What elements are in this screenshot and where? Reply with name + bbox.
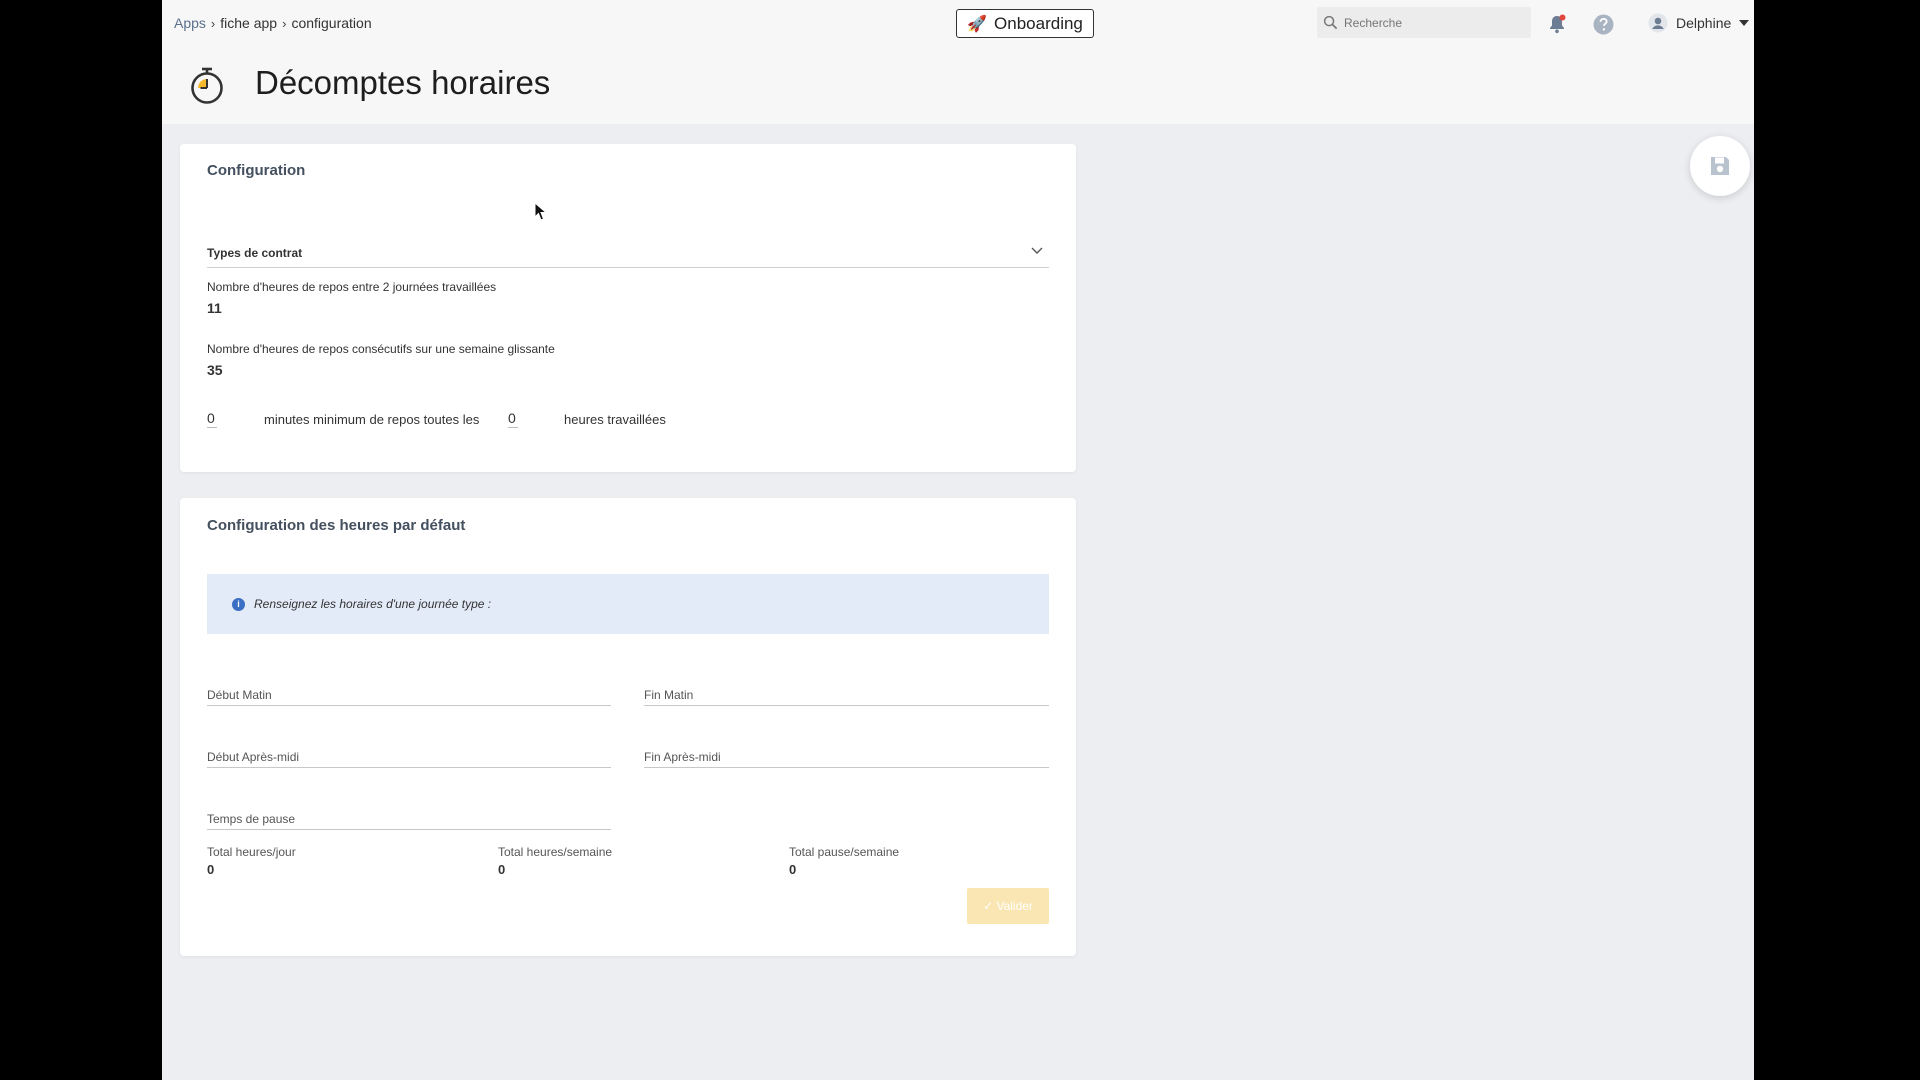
morning-start-field[interactable]: Début Matin <box>207 676 611 706</box>
page-header: Décomptes horaires <box>162 46 1754 124</box>
onboarding-button[interactable]: 🚀 Onboarding <box>956 9 1094 38</box>
help-button[interactable] <box>1592 13 1614 35</box>
min-rest-row: 0 minutes minimum de repos toutes les 0 … <box>207 407 807 431</box>
rest-weekly-label: Nombre d'heures de repos consécutifs sur… <box>207 342 555 356</box>
help-icon <box>1593 14 1613 34</box>
configuration-title: Configuration <box>207 162 306 179</box>
search-box[interactable] <box>1317 7 1531 38</box>
breadcrumb-fiche-app[interactable]: fiche app <box>220 15 277 31</box>
morning-start-label: Début Matin <box>207 688 272 702</box>
break-time-label: Temps de pause <box>207 812 296 826</box>
morning-end-field[interactable]: Fin Matin <box>644 676 1049 706</box>
total-week-value: 0 <box>498 862 506 877</box>
total-day: Total heures/jour 0 <box>207 845 296 877</box>
afternoon-end-field[interactable]: Fin Après-midi <box>644 738 1049 768</box>
search-icon <box>1323 15 1338 30</box>
save-button[interactable] <box>1690 136 1750 196</box>
user-name: Delphine <box>1676 15 1732 31</box>
top-bar: Apps › fiche app › configuration 🚀 Onboa… <box>162 0 1754 46</box>
min-rest-text: minutes minimum de repos toutes les <box>264 412 480 427</box>
chevron-right-icon: › <box>210 15 216 31</box>
configuration-card: Configuration Types de contrat Nombre d'… <box>180 144 1076 472</box>
notifications-button[interactable] <box>1546 13 1568 35</box>
avatar-icon <box>1648 13 1668 33</box>
page-title: Décomptes horaires <box>255 64 551 101</box>
mouse-cursor-icon <box>534 202 548 221</box>
default-hours-card: Configuration des heures par défaut i Re… <box>180 498 1076 956</box>
stopwatch-icon <box>191 67 223 104</box>
breadcrumb-configuration: configuration <box>291 15 372 31</box>
rocket-icon: 🚀 <box>967 15 988 33</box>
rest-weekly-value[interactable]: 35 <box>207 362 223 378</box>
morning-end-label: Fin Matin <box>644 688 694 702</box>
contract-type-select[interactable]: Types de contrat <box>207 238 1049 268</box>
search-input[interactable] <box>1344 15 1514 30</box>
breadcrumb: Apps › fiche app › configuration <box>174 15 372 31</box>
app-window: Apps › fiche app › configuration 🚀 Onboa… <box>162 0 1754 1080</box>
total-day-label: Total heures/jour <box>207 845 296 859</box>
floppy-disk-icon <box>1711 157 1729 175</box>
rest-between-days-label: Nombre d'heures de repos entre 2 journée… <box>207 280 497 294</box>
afternoon-start-field[interactable]: Début Après-midi <box>207 738 611 768</box>
break-time-field[interactable]: Temps de pause <box>207 800 611 830</box>
min-rest-minutes-input[interactable]: 0 <box>207 410 217 428</box>
afternoon-start-label: Début Après-midi <box>207 750 300 764</box>
chevron-right-icon: › <box>282 15 287 31</box>
total-day-value: 0 <box>207 862 215 877</box>
validate-button[interactable]: ✓ Valider <box>967 888 1049 924</box>
rest-between-days-value[interactable]: 11 <box>207 300 222 316</box>
user-menu[interactable]: Delphine <box>1648 12 1750 34</box>
breadcrumb-apps[interactable]: Apps <box>174 15 206 31</box>
info-icon: i <box>232 597 245 611</box>
onboarding-label: Onboarding <box>994 13 1083 33</box>
worked-hours-text: heures travaillées <box>564 412 666 427</box>
chevron-down-icon <box>1031 247 1043 254</box>
total-week: Total heures/semaine 0 <box>498 845 612 877</box>
total-break-label: Total pause/semaine <box>789 845 900 859</box>
contract-type-label: Types de contrat <box>207 246 303 260</box>
bell-icon <box>1550 14 1566 34</box>
caret-down-icon <box>1739 20 1750 26</box>
info-text: Renseignez les horaires d'une journée ty… <box>254 597 492 611</box>
total-break: Total pause/semaine 0 <box>789 845 899 877</box>
default-hours-title: Configuration des heures par défaut <box>207 517 466 534</box>
afternoon-end-label: Fin Après-midi <box>644 750 721 764</box>
total-break-value: 0 <box>789 862 797 877</box>
info-banner: i Renseignez les horaires d'une journée … <box>207 574 1049 634</box>
total-week-label: Total heures/semaine <box>498 845 613 859</box>
worked-hours-input[interactable]: 0 <box>508 410 518 428</box>
